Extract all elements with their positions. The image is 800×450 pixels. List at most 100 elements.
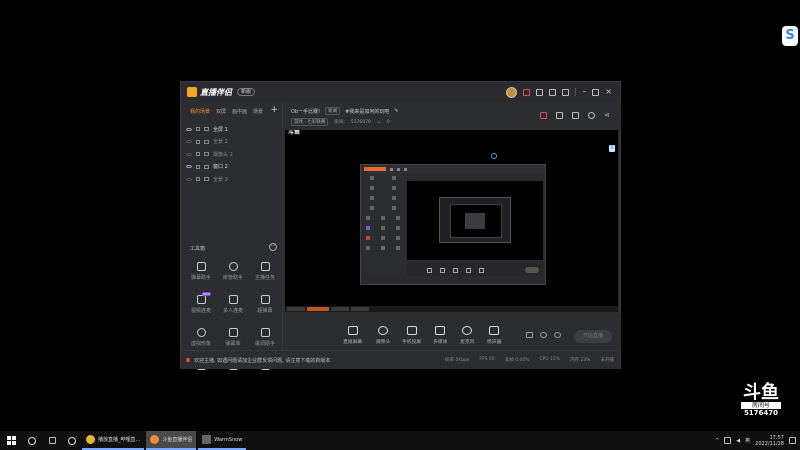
browser-icon	[86, 435, 95, 444]
layer-item[interactable]: 全景 2	[181, 136, 282, 149]
lock-icon[interactable]	[556, 112, 563, 119]
avatar-icon	[196, 328, 206, 337]
heat-value: 0	[386, 119, 390, 125]
desktop-app-icon[interactable]: S	[782, 26, 798, 46]
add-scene-button[interactable]: +	[270, 105, 278, 115]
clock[interactable]: 17:57 2022/11/28	[755, 435, 784, 447]
tool-tasks[interactable]: 主播任务	[249, 262, 281, 289]
app-pinned-button[interactable]	[62, 436, 82, 445]
room-title[interactable]: Ob一手比赛!	[291, 108, 320, 115]
search-icon	[28, 436, 36, 445]
record-icon[interactable]	[572, 112, 579, 119]
tool-room-manager[interactable]: 房管助手	[217, 262, 249, 289]
avatar[interactable]	[506, 86, 518, 98]
category-badge[interactable]: 游戏 · 七彩联赛	[291, 118, 329, 126]
gift-icon[interactable]	[523, 88, 531, 96]
eye-icon[interactable]	[540, 332, 547, 338]
lock-icon[interactable]	[196, 177, 200, 182]
start-live-button[interactable]: 开始直播	[574, 330, 612, 343]
lock-icon[interactable]	[196, 127, 200, 132]
alert-icon	[186, 358, 190, 362]
camera-button[interactable]: 摄像头	[376, 326, 390, 345]
gear-icon[interactable]	[554, 332, 561, 338]
lock-icon[interactable]	[196, 152, 200, 157]
tool-super-danmaku[interactable]: 超弹幕	[249, 295, 281, 322]
minimize-icon[interactable]: –	[582, 88, 586, 96]
tab-scene[interactable]: 场景	[253, 108, 263, 115]
status-bar: 码率 0Kbps FPS 60 丢帧 0.00% CPU 15% 内存 23% …	[445, 357, 614, 363]
search-button[interactable]	[22, 436, 42, 445]
taskbar-item[interactable]: 播放直播_哔哩直...	[82, 431, 145, 450]
bell-icon[interactable]	[588, 112, 595, 119]
tool-video-call[interactable]: NEW 视频连麦	[185, 292, 217, 322]
record-video-icon[interactable]	[526, 332, 533, 338]
tool-multi-call[interactable]: 多人连麦	[217, 295, 249, 322]
layer-item[interactable]: 全景 3	[181, 173, 282, 186]
tool-danmaku[interactable]: 弹幕助手	[185, 262, 217, 289]
tab-pip[interactable]: 画中画	[232, 108, 247, 115]
watermark-sub: 房间号	[741, 402, 781, 409]
notification-icon[interactable]	[789, 437, 796, 444]
lock-icon[interactable]	[196, 164, 200, 169]
stage-app-icon: S	[609, 145, 615, 152]
app-logo: 直播伴侣	[187, 87, 232, 98]
tag-badge[interactable]: 新闻	[325, 107, 341, 115]
layer-label: 全屏 1	[213, 126, 228, 133]
layer-item[interactable]: 全屏 1	[181, 123, 282, 136]
download-icon	[228, 328, 238, 337]
network-icon[interactable]	[724, 437, 732, 444]
layer-item[interactable]: 摄像头 2	[181, 148, 282, 161]
eye-off-icon[interactable]	[186, 177, 192, 181]
message-icon[interactable]	[536, 88, 544, 96]
microphone-button[interactable]: 麦克风	[460, 326, 474, 345]
camera-icon	[204, 152, 209, 157]
notice-text[interactable]: 欢迎主播, 如遇问题请加企业群反馈问题, 请注意下载的新版本	[194, 357, 330, 364]
version-badge[interactable]: 新版	[237, 88, 256, 96]
taskbar-item[interactable]: 斗鱼直播伴侣	[146, 431, 197, 450]
edit-icon[interactable]: ✎	[394, 108, 398, 114]
room-tag[interactable]: #我来是如何的玩吧	[345, 108, 389, 115]
toolbox-grid: 弹幕助手 房管助手 主播任务 NEW 视频连麦 多人连麦 超弹幕 虚拟形象 弹幕库…	[185, 262, 281, 388]
multi-call-icon	[228, 295, 238, 304]
screen-share-button[interactable]: 直播屏幕	[343, 326, 362, 345]
gift-icon[interactable]	[540, 112, 547, 119]
close-icon[interactable]: ×	[605, 88, 612, 96]
game-icon	[202, 435, 212, 444]
tab-dual-screen[interactable]: 双屏	[216, 108, 226, 115]
eye-icon[interactable]	[186, 165, 192, 169]
super-danmaku-icon	[260, 295, 270, 304]
lock-icon[interactable]	[196, 139, 200, 144]
toolbox-title: 工具箱	[190, 246, 206, 252]
eye-off-icon[interactable]	[186, 140, 192, 144]
status-dropped: 丢帧 0.00%	[504, 358, 530, 363]
speaker-button[interactable]: 扬声器	[487, 326, 501, 345]
eye-off-icon[interactable]	[186, 152, 192, 156]
mail-icon[interactable]	[549, 88, 557, 96]
new-badge: NEW	[201, 292, 211, 296]
layer-label: 摄像头 2	[213, 151, 233, 158]
layer-item[interactable]: 窗口 2	[181, 161, 282, 174]
media-button[interactable]: 多媒体	[433, 326, 447, 345]
share-icon[interactable]: ⋖	[604, 112, 611, 119]
chevron-up-icon[interactable]: ^	[715, 438, 719, 444]
eye-icon[interactable]	[186, 127, 192, 131]
start-button[interactable]	[0, 436, 22, 445]
phone-cast-button[interactable]: 手机投屏	[402, 326, 421, 345]
more-tools-button[interactable]: ···	[269, 243, 277, 251]
maximize-icon[interactable]	[592, 88, 600, 96]
video-call-icon	[196, 295, 206, 304]
room-header: Ob一手比赛! 新闻 #我来是如何的玩吧 ✎ 游戏 · 七彩联赛 房间: 517…	[284, 102, 621, 128]
ime-indicator[interactable]: 英	[745, 437, 750, 444]
captured-taskbar	[285, 306, 618, 312]
danmaku-icon	[196, 262, 206, 271]
preview-stage[interactable]: 斗鱼 S	[285, 130, 618, 312]
app-icon	[68, 436, 76, 445]
tab-my-scene[interactable]: 我的场景	[190, 108, 210, 115]
volume-icon[interactable]: ◀	[736, 438, 740, 444]
scene-tabs: 我的场景 双屏 画中画 场景	[181, 102, 282, 115]
taskbar-item[interactable]: WarmSnow	[198, 431, 247, 450]
status-memory: 内存 23%	[570, 358, 591, 363]
cursor-icon	[491, 153, 497, 159]
task-view-button[interactable]	[42, 437, 62, 444]
settings-icon[interactable]	[562, 88, 570, 96]
